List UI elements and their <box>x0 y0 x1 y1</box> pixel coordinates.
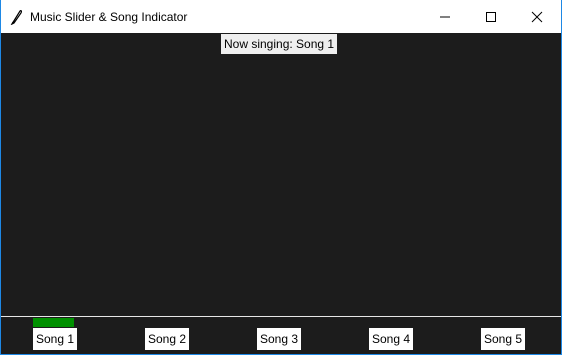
maximize-icon <box>486 12 496 22</box>
close-button[interactable] <box>514 0 560 33</box>
minimize-icon <box>440 16 450 18</box>
window-title: Music Slider & Song Indicator <box>30 10 188 24</box>
now-singing-label: Now singing: Song 1 <box>221 34 338 54</box>
canvas-area: Now singing: Song 1 Song 1 Song 2 Song 3… <box>1 33 561 354</box>
minimize-button[interactable] <box>422 0 468 33</box>
song-3-button[interactable]: Song 3 <box>257 328 302 350</box>
current-song-indicator[interactable] <box>33 318 74 327</box>
song-1-button[interactable]: Song 1 <box>33 328 78 350</box>
feather-icon[interactable] <box>9 9 23 26</box>
maximize-button[interactable] <box>468 0 514 33</box>
app-window: Music Slider & Song Indicator Now singin… <box>0 0 562 355</box>
song-4-button[interactable]: Song 4 <box>369 328 414 350</box>
title-bar[interactable]: Music Slider & Song Indicator <box>1 0 561 33</box>
slider-track <box>1 316 561 317</box>
close-icon <box>531 11 543 23</box>
song-5-button[interactable]: Song 5 <box>481 328 526 350</box>
song-2-button[interactable]: Song 2 <box>145 328 190 350</box>
